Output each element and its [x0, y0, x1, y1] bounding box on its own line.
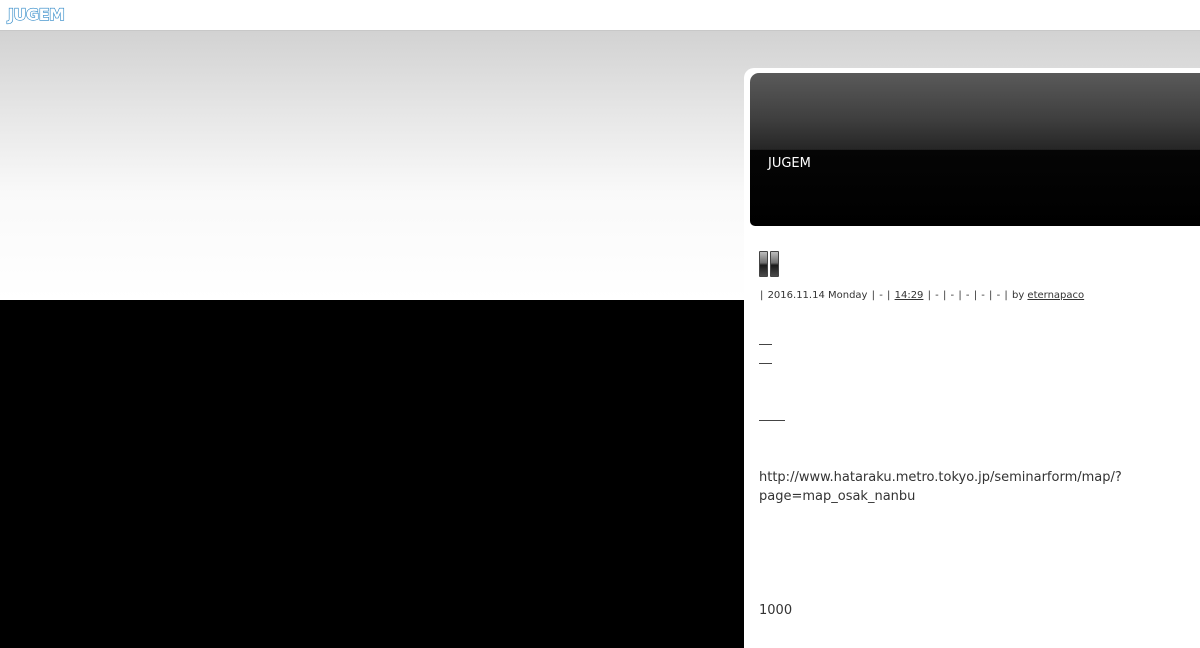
divider-line-2 — [759, 363, 772, 364]
content-panel: JUGEM | 2016.11.14 Monday | - | 14:29 | … — [744, 68, 1200, 648]
entry-date: 2016.11.14 Monday — [767, 290, 868, 301]
divider-line-1 — [759, 344, 772, 345]
entry-url-line-1: http://www.hataraku.metro.tokyo.jp/semin… — [759, 470, 1122, 485]
entry-field-4: - — [981, 290, 985, 301]
entry-comments: - — [935, 290, 939, 301]
entry-field-5: - — [996, 290, 1001, 301]
double-bar-glyph-right — [770, 251, 779, 277]
entry-field-3: - — [965, 290, 970, 301]
entry-time-link[interactable]: 14:29 — [895, 290, 924, 301]
top-bar: JUGEM — [0, 0, 1200, 31]
by-label: by — [1011, 290, 1025, 301]
blog-header: JUGEM — [750, 73, 1200, 226]
entry-trackbacks: - — [950, 290, 955, 301]
entry-number: 1000 — [759, 603, 793, 618]
divider-line-3 — [759, 420, 785, 421]
entry-title — [759, 251, 779, 281]
double-bar-glyph-left — [759, 251, 768, 277]
entry-category: - — [879, 290, 883, 301]
blog-title-link[interactable]: JUGEM — [768, 156, 811, 172]
author-link[interactable]: eternapaco — [1027, 290, 1084, 301]
jugem-logo[interactable]: JUGEM — [7, 4, 65, 25]
entry-url-line-2: page=map_osak_nanbu — [759, 489, 916, 504]
entry-meta: | 2016.11.14 Monday | - | 14:29 | - | - … — [760, 290, 1085, 301]
